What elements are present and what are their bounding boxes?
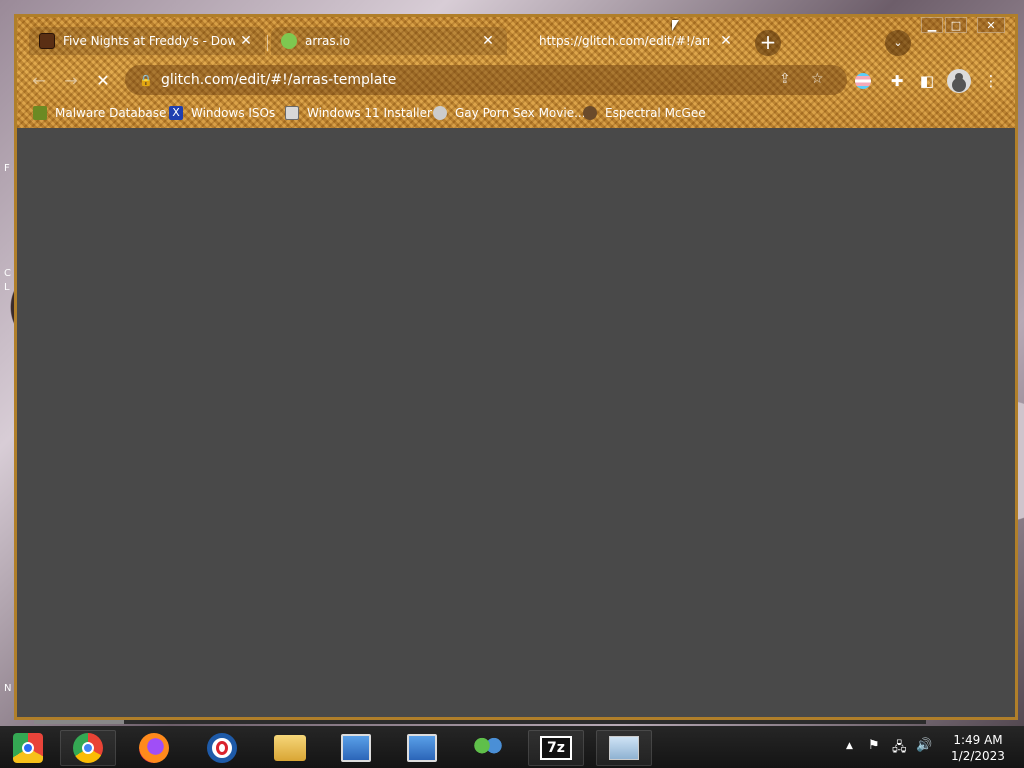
action-center-flag-icon[interactable]: ⚑ xyxy=(868,738,880,753)
tab-title: Five Nights at Freddy's - Downlo xyxy=(63,34,235,48)
firefox-logo xyxy=(139,733,169,763)
chrome-icon[interactable] xyxy=(60,730,116,766)
tab-glitch[interactable]: https://glitch.com/edit/#!/arras ✕ xyxy=(529,27,745,55)
tab-arras[interactable]: arras.io ✕ xyxy=(271,27,507,55)
forward-button[interactable]: → xyxy=(59,69,83,93)
bookmark-espectral-mcgee[interactable]: Espectral McGee xyxy=(583,103,706,123)
chrome-beta-logo xyxy=(13,733,43,763)
clock-time: 1:49 AM xyxy=(953,733,1003,747)
arras-icon xyxy=(281,33,297,49)
bookmark-gay-porn-sex-movie[interactable]: Gay Porn Sex Movie... xyxy=(433,103,586,123)
folder-logo xyxy=(274,735,306,761)
taskbar: 7z ▲ ⚑ 🖧 🔊 1:49 AM 1/2/2023 xyxy=(0,726,1024,768)
profile-avatar[interactable] xyxy=(947,69,971,93)
bookmark-label: Gay Porn Sex Movie... xyxy=(455,106,586,120)
bookmark-label: Espectral McGee xyxy=(605,106,706,120)
leaf-icon xyxy=(33,106,47,120)
network-setup-icon[interactable] xyxy=(328,730,384,766)
lock-icon: 🔒 xyxy=(139,73,153,87)
monitor-logo xyxy=(407,734,437,762)
menu-kebab-icon[interactable]: ⋮ xyxy=(979,69,1003,93)
face-icon xyxy=(583,106,597,120)
bookmark-windows-11-installer[interactable]: Windows 11 Installer xyxy=(285,103,432,123)
share-icon[interactable]: ⇪ xyxy=(779,71,791,87)
people-icon[interactable] xyxy=(460,730,516,766)
file-explorer-icon[interactable] xyxy=(262,730,318,766)
tab-search-button[interactable]: ⌄ xyxy=(885,30,911,56)
seven-zip-logo: 7z xyxy=(540,736,572,760)
clock-date: 1/2/2023 xyxy=(951,749,1005,763)
bookmark-label: Windows ISOs xyxy=(191,106,276,120)
stop-loading-button[interactable]: ✕ xyxy=(91,69,115,93)
people-logo xyxy=(473,736,503,760)
browser-window: ▁ □ ✕ Five Nights at Freddy's - Downlo ✕… xyxy=(14,14,1018,720)
page-content-loading[interactable] xyxy=(17,128,1015,717)
desktop-label-fragment: C xyxy=(4,268,11,279)
extension-flag-icon[interactable] xyxy=(855,73,871,89)
tab-title: arras.io xyxy=(305,34,351,48)
desktop-label-fragment: F xyxy=(4,163,10,174)
new-tab-button[interactable]: + xyxy=(755,30,781,56)
chrome-logo xyxy=(73,733,103,763)
desktop-label-fragment: N xyxy=(4,683,12,694)
tab-title: https://glitch.com/edit/#!/arras xyxy=(539,34,709,48)
browser-frame: ▁ □ ✕ Five Nights at Freddy's - Downlo ✕… xyxy=(17,17,1015,128)
monitor-logo xyxy=(341,734,371,762)
installer-icon xyxy=(285,106,299,120)
fnaf-icon xyxy=(39,33,55,49)
mouse-cursor xyxy=(672,20,679,31)
network-icon[interactable]: 🖧 xyxy=(892,738,907,760)
address-bar[interactable]: 🔒 glitch.com/edit/#!/arras-template ⇪ ☆ xyxy=(125,65,847,95)
address-url[interactable]: glitch.com/edit/#!/arras-template xyxy=(161,72,396,88)
back-button[interactable]: ← xyxy=(27,69,51,93)
firefox-icon[interactable] xyxy=(126,730,182,766)
system-clock[interactable]: 1:49 AM 1/2/2023 xyxy=(944,732,1012,764)
desktop-label-fragment: L xyxy=(4,282,10,293)
chrome-beta-icon[interactable] xyxy=(0,730,56,766)
bookmark-star-icon[interactable]: ☆ xyxy=(811,71,824,87)
close-icon[interactable]: ✕ xyxy=(479,32,497,50)
tab-fnaf[interactable]: Five Nights at Freddy's - Downlo ✕ xyxy=(29,27,265,55)
maximize-button[interactable]: □ xyxy=(945,17,967,33)
monitor-chart-logo xyxy=(609,736,639,760)
close-icon[interactable]: ✕ xyxy=(237,32,255,50)
resource-monitor-icon[interactable] xyxy=(596,730,652,766)
opera-icon[interactable] xyxy=(194,730,250,766)
network-setup-icon-2[interactable] xyxy=(394,730,450,766)
minimize-button[interactable]: ▁ xyxy=(921,17,943,33)
bookmark-label: Windows 11 Installer xyxy=(307,106,432,120)
bookmark-windows-isos[interactable]: X Windows ISOs xyxy=(169,103,275,123)
gear-icon xyxy=(433,106,447,120)
opera-logo xyxy=(207,733,237,763)
horizontal-scrollbar[interactable] xyxy=(34,720,926,724)
volume-icon[interactable]: 🔊 xyxy=(916,738,932,753)
x-icon: X xyxy=(169,106,183,120)
close-icon[interactable]: ✕ xyxy=(717,32,735,50)
show-hidden-icons-button[interactable]: ▲ xyxy=(846,741,853,751)
close-window-button[interactable]: ✕ xyxy=(977,17,1005,33)
extensions-puzzle-icon[interactable]: ✚ xyxy=(885,69,909,93)
seven-zip-icon[interactable]: 7z xyxy=(528,730,584,766)
bookmark-malware-database[interactable]: Malware Database xyxy=(33,103,166,123)
scrollbar-thumb[interactable] xyxy=(34,720,124,724)
side-panel-icon[interactable]: ◧ xyxy=(915,69,939,93)
bookmark-label: Malware Database xyxy=(55,106,167,120)
